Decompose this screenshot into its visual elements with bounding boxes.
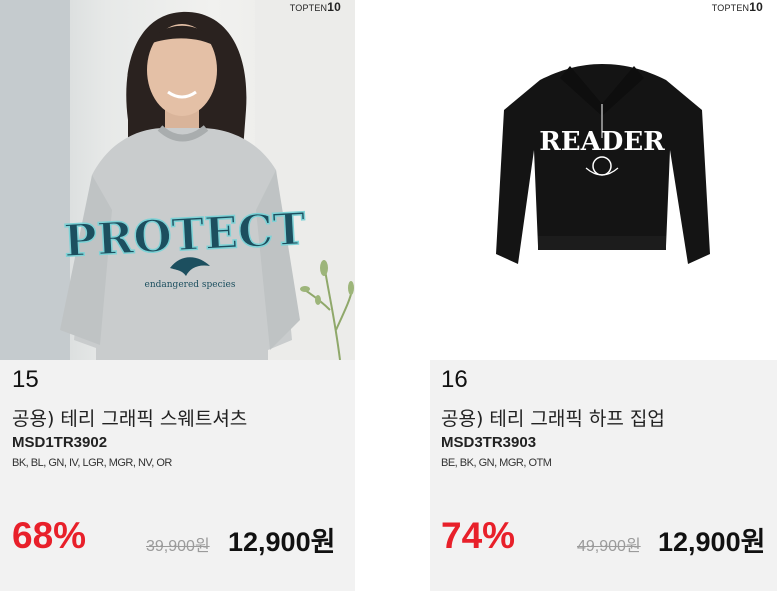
product-code: MSD1TR3902 bbox=[12, 434, 108, 451]
zipup-photo: READER bbox=[496, 64, 710, 264]
discount-rate: 68% bbox=[12, 515, 87, 556]
original-price: 49,900원 bbox=[577, 538, 641, 555]
rank-number: 16 bbox=[441, 366, 468, 393]
model-photo: PROTECT endangered species bbox=[0, 0, 355, 360]
color-options: BK, BL, GN, IV, LGR, MGR, NV, OR bbox=[12, 457, 172, 469]
product-name[interactable]: 공용) 테리 그래픽 스웨트셔츠 bbox=[12, 404, 247, 431]
product-code: MSD3TR3903 bbox=[441, 434, 537, 451]
sale-price: 12,900원 bbox=[658, 527, 766, 557]
product-name[interactable]: 공용) 테리 그래픽 하프 집업 bbox=[441, 404, 665, 431]
original-price: 39,900원 bbox=[146, 538, 210, 555]
discount-rate: 74% bbox=[441, 515, 516, 556]
rank-number: 15 bbox=[12, 366, 39, 393]
sale-price: 12,900원 bbox=[228, 527, 336, 557]
product-card[interactable]: READER TOPTEN10 16 공용) 테리 그래픽 하프 집업 MSD3… bbox=[430, 0, 777, 591]
product-image[interactable]: PROTECT endangered species TOPTEN10 bbox=[0, 0, 355, 360]
graphic-text: READER bbox=[539, 127, 665, 157]
color-options: BE, BK, GN, MGR, OTM bbox=[441, 457, 552, 469]
brand-logo: TOPTEN10 bbox=[711, 0, 763, 14]
graphic-subtext: endangered species bbox=[145, 280, 236, 290]
product-image[interactable]: READER TOPTEN10 bbox=[430, 0, 777, 360]
product-card[interactable]: PROTECT endangered species TOPTEN10 15 공… bbox=[0, 0, 355, 591]
brand-logo: TOPTEN10 bbox=[289, 0, 341, 14]
